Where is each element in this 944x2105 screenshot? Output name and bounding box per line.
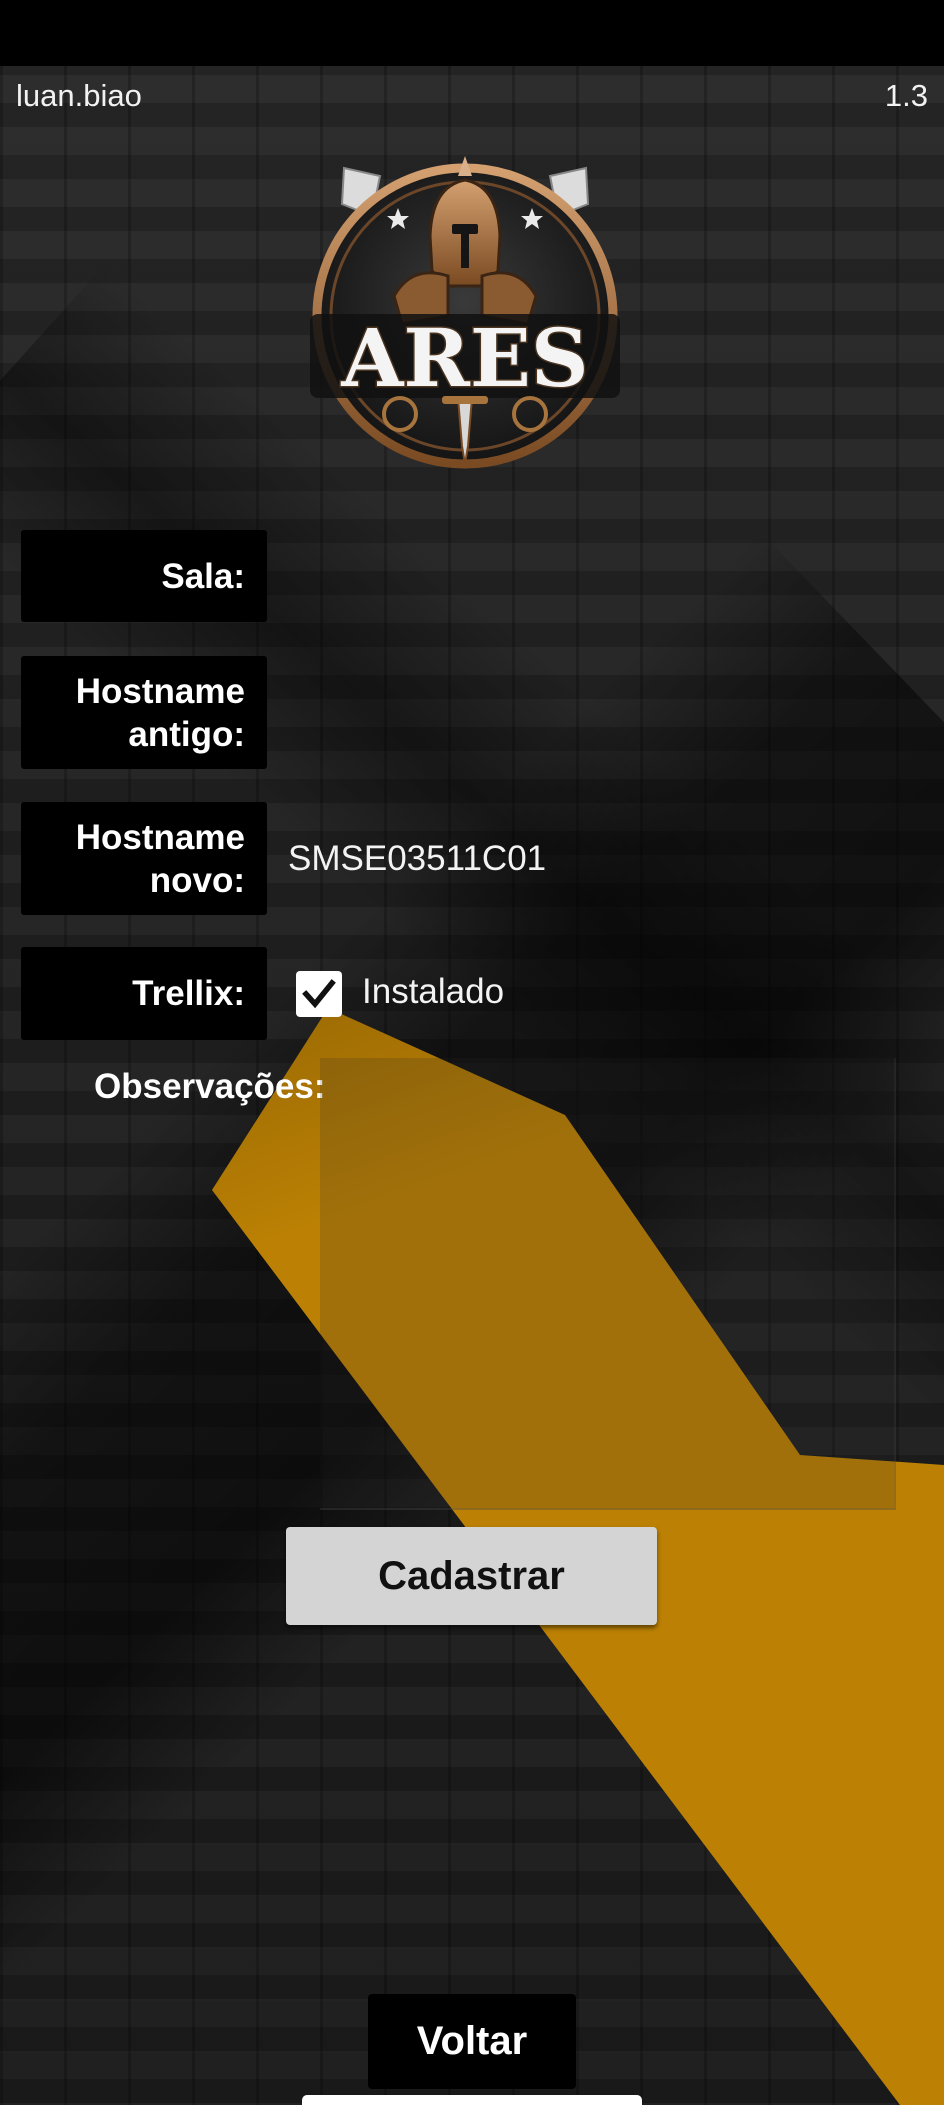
logo-text: ARES: [340, 311, 588, 405]
hostname-novo-field[interactable]: SMSE03511C01: [288, 839, 546, 879]
hostname-antigo-label-box: Hostname antigo:: [21, 656, 267, 769]
hostname-novo-label-line2: novo:: [149, 860, 245, 900]
observacoes-label: Observações:: [94, 1067, 326, 1106]
sala-label-box: Sala:: [21, 530, 267, 622]
home-indicator[interactable]: [302, 2095, 642, 2105]
voltar-button[interactable]: Voltar: [368, 1994, 576, 2089]
checkmark-icon: [302, 979, 336, 1009]
username-text: luan.biao: [16, 78, 142, 113]
trellix-checkbox-label[interactable]: Instalado: [362, 972, 504, 1012]
version-text: 1.3: [884, 78, 928, 113]
hostname-antigo-label-line2: antigo:: [128, 714, 245, 754]
hostname-antigo-label-line1: Hostname: [75, 671, 245, 711]
sala-label: Sala:: [161, 556, 245, 596]
trellix-label: Trellix:: [132, 974, 245, 1013]
hostname-novo-label-line1: Hostname: [75, 817, 245, 857]
ares-logo: ARES: [310, 156, 620, 469]
trellix-label-box: Trellix:: [21, 947, 267, 1040]
trellix-checkbox[interactable]: [296, 971, 342, 1017]
observacoes-textarea[interactable]: [320, 1058, 896, 1510]
cadastrar-button[interactable]: Cadastrar: [286, 1527, 657, 1625]
status-bar: [0, 0, 944, 66]
hostname-novo-label-box: Hostname novo:: [21, 802, 267, 915]
